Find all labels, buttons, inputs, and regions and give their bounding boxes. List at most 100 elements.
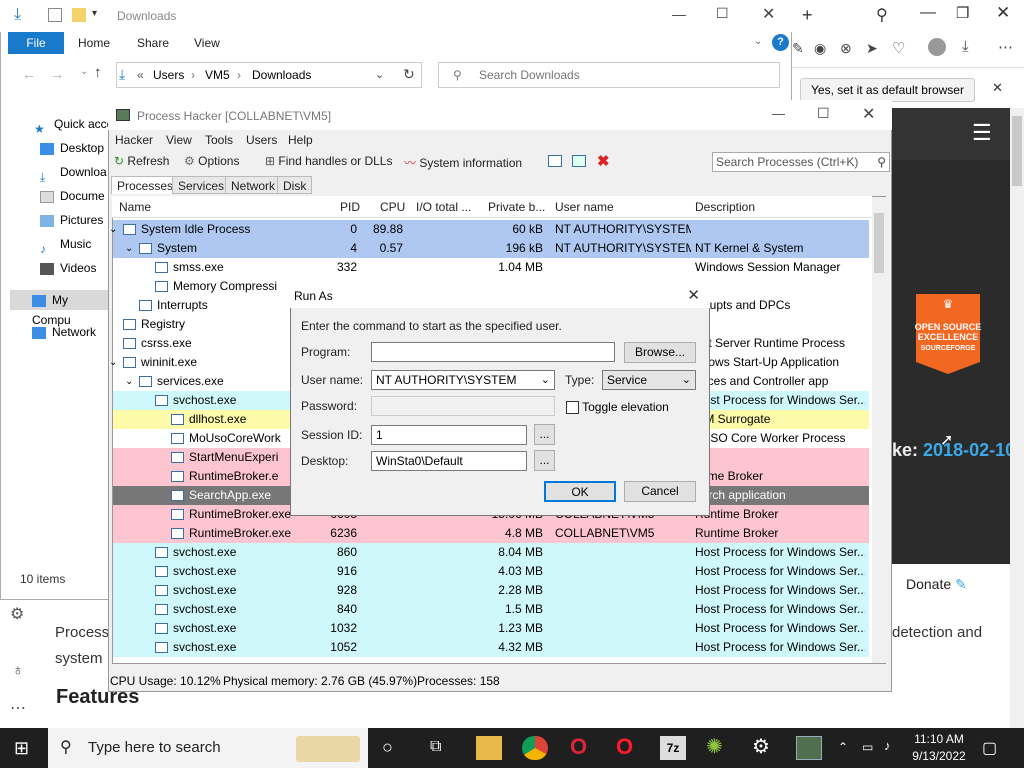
block-icon[interactable]: ⊗ (840, 40, 852, 57)
nav-pictures[interactable]: Pictures (40, 210, 103, 230)
back-icon[interactable]: ← (22, 66, 36, 82)
7zip-icon[interactable]: 7z (660, 736, 686, 760)
menu-view[interactable]: View (166, 133, 192, 147)
taskbar-clock[interactable]: 11:10 AM 9/13/2022 (906, 731, 972, 765)
minimize-icon[interactable]: — (672, 6, 686, 22)
process-list-scrollbar[interactable] (872, 197, 886, 663)
maximize-icon[interactable]: ☐ (716, 5, 729, 22)
ribbon-tab-view[interactable]: View (194, 32, 220, 54)
type-select[interactable]: Service ⌄ (602, 370, 696, 390)
ok-button[interactable]: OK (544, 481, 616, 502)
nav-network[interactable]: Network (32, 322, 96, 342)
nav-quick-access[interactable]: ★ Quick acce (34, 114, 113, 136)
profile-icon[interactable] (928, 38, 946, 56)
search-icon[interactable]: ⚲ (876, 5, 888, 25)
column-io-total[interactable]: I/O total ... (416, 200, 471, 214)
table-row[interactable]: ⌄ System Idle Process 0 89.88 60 kB NT AUTHOR… (109, 220, 869, 239)
edit-icon[interactable]: ✎ (792, 40, 804, 57)
cortana-icon[interactable]: ○ (382, 737, 393, 758)
table-row[interactable]: svchost.exe 840 1.5 MB Host Process for Win… (113, 600, 869, 619)
minimize-icon[interactable]: — (920, 4, 936, 22)
chevron-down-icon[interactable]: ⌄ (109, 353, 117, 372)
browse-button[interactable]: Browse... (624, 342, 696, 363)
nav-downloads[interactable]: ⤓ Downloa (40, 162, 107, 184)
toggle-elevation-checkbox[interactable]: Toggle elevation (566, 400, 669, 415)
column-user-name[interactable]: User name (555, 200, 614, 214)
chevron-down-icon[interactable]: ⌄ (375, 68, 384, 81)
session-id-input[interactable]: 1 (371, 425, 527, 445)
table-row[interactable]: svchost.exe 1052 4.32 MB Host Process for W… (113, 638, 869, 657)
table-row[interactable]: smss.exe 332 1.04 MB Windows Session Manage… (113, 258, 869, 277)
column-cpu[interactable]: CPU (380, 200, 405, 214)
network-tray-icon[interactable]: ▭ (862, 740, 873, 754)
menu-dots-icon[interactable]: ⋯ (998, 38, 1013, 56)
cancel-button[interactable]: Cancel (624, 481, 696, 502)
table-row[interactable]: svchost.exe 928 2.28 MB Host Process for Wi… (113, 581, 869, 600)
set-default-button[interactable]: Yes, set it as default browser (800, 78, 975, 102)
close-icon[interactable]: ✕ (862, 104, 875, 124)
nav-videos[interactable]: Videos (40, 258, 96, 278)
chevron-down-icon[interactable]: ⌄ (125, 372, 133, 391)
column-description[interactable]: Description (695, 200, 755, 214)
menu-users[interactable]: Users (246, 133, 277, 147)
folder-icon[interactable] (72, 8, 86, 22)
chevron-down-icon[interactable]: ⌄ (80, 66, 88, 77)
table-row[interactable]: ⌄ System 4 0.57 196 kB NT AUTHORITY\SYSTEM NT … (113, 239, 869, 258)
file-explorer-icon[interactable] (476, 736, 502, 760)
table-row[interactable]: svchost.exe 1032 1.23 MB Host Process for W… (113, 619, 869, 638)
minimize-icon[interactable]: — (772, 106, 785, 121)
hamburger-icon[interactable]: ☰ (972, 120, 992, 146)
address-bar[interactable]: ⤓ « Users › VM5 › Downloads ⌄ ↻ (116, 62, 422, 88)
terminate-icon[interactable]: ✖ (597, 152, 610, 170)
breadcrumb-vm5[interactable]: VM5 (205, 68, 230, 82)
table-row[interactable]: svchost.exe 860 8.04 MB Host Process for Wi… (113, 543, 869, 562)
chevron-down-icon[interactable]: ⌄ (754, 36, 762, 47)
process-hacker-taskbar-icon[interactable] (796, 736, 822, 760)
system-info-button[interactable]: 〰 System information (404, 154, 522, 171)
ribbon-file-tab[interactable]: File (8, 32, 64, 54)
send-icon[interactable]: ➤ (866, 40, 878, 57)
options-button[interactable]: ⚙ Options (184, 154, 239, 168)
donate-link[interactable]: Donate ✎ (906, 576, 967, 593)
desktop-input[interactable]: WinSta0\Default (371, 451, 527, 471)
settings-icon[interactable]: ⚙ (752, 734, 770, 759)
session-browse-button[interactable]: ... (534, 424, 555, 445)
explorer-search-input[interactable]: ⚲ Search Downloads (438, 62, 780, 88)
heart-icon[interactable]: ♡ (892, 39, 905, 57)
breadcrumb-users[interactable]: Users (153, 68, 184, 82)
nav-documents[interactable]: Docume (40, 186, 105, 206)
column-pid[interactable]: PID (340, 200, 360, 214)
tab-processes[interactable]: Processes (111, 176, 180, 194)
up-icon[interactable]: ↑ (94, 64, 102, 81)
ribbon-tab-home[interactable]: Home (78, 32, 110, 54)
maximize-icon[interactable]: ☐ (817, 105, 830, 122)
table-row[interactable]: RuntimeBroker.exe 6236 4.8 MB COLLABNET\VM5… (113, 524, 869, 543)
close-icon[interactable]: ✕ (687, 284, 700, 308)
help-icon[interactable]: ? (772, 34, 789, 51)
menu-tools[interactable]: Tools (205, 133, 233, 147)
malware-icon[interactable]: ✺ (706, 734, 723, 759)
opera-icon[interactable]: O (616, 734, 633, 760)
download-icon[interactable]: ⤓ (962, 38, 969, 55)
chevron-up-icon[interactable]: ⌃ (838, 740, 848, 754)
table-row[interactable]: svchost.exe 916 4.03 MB Host Process for Wi… (113, 562, 869, 581)
chrome-icon[interactable] (522, 736, 548, 760)
browser-scrollbar[interactable] (1010, 108, 1024, 728)
process-search-input[interactable]: Search Processes (Ctrl+K) ⚲ (712, 152, 890, 172)
new-tab-icon[interactable]: + (802, 5, 813, 26)
chevron-down-icon[interactable]: ⌄ (125, 239, 133, 258)
notifications-icon[interactable]: ▢ (982, 738, 997, 758)
tab-network[interactable]: Network (225, 176, 282, 194)
forward-icon[interactable]: → (50, 66, 64, 82)
close-icon[interactable]: ✕ (992, 80, 1003, 96)
desktop-browse-button[interactable]: ... (534, 450, 555, 471)
restore-icon[interactable]: ❐ (956, 4, 969, 22)
window-icon[interactable] (548, 155, 562, 167)
lightbulb-icon[interactable]: ♁ (12, 662, 24, 680)
chevron-down-icon[interactable]: ⌄ (109, 220, 117, 239)
task-view-icon[interactable]: ⧉ (430, 738, 441, 756)
column-name[interactable]: Name (119, 200, 151, 214)
close-icon[interactable]: ✕ (996, 3, 1010, 23)
ribbon-tab-share[interactable]: Share (137, 32, 169, 54)
more-icon[interactable]: ⋯ (10, 698, 26, 718)
